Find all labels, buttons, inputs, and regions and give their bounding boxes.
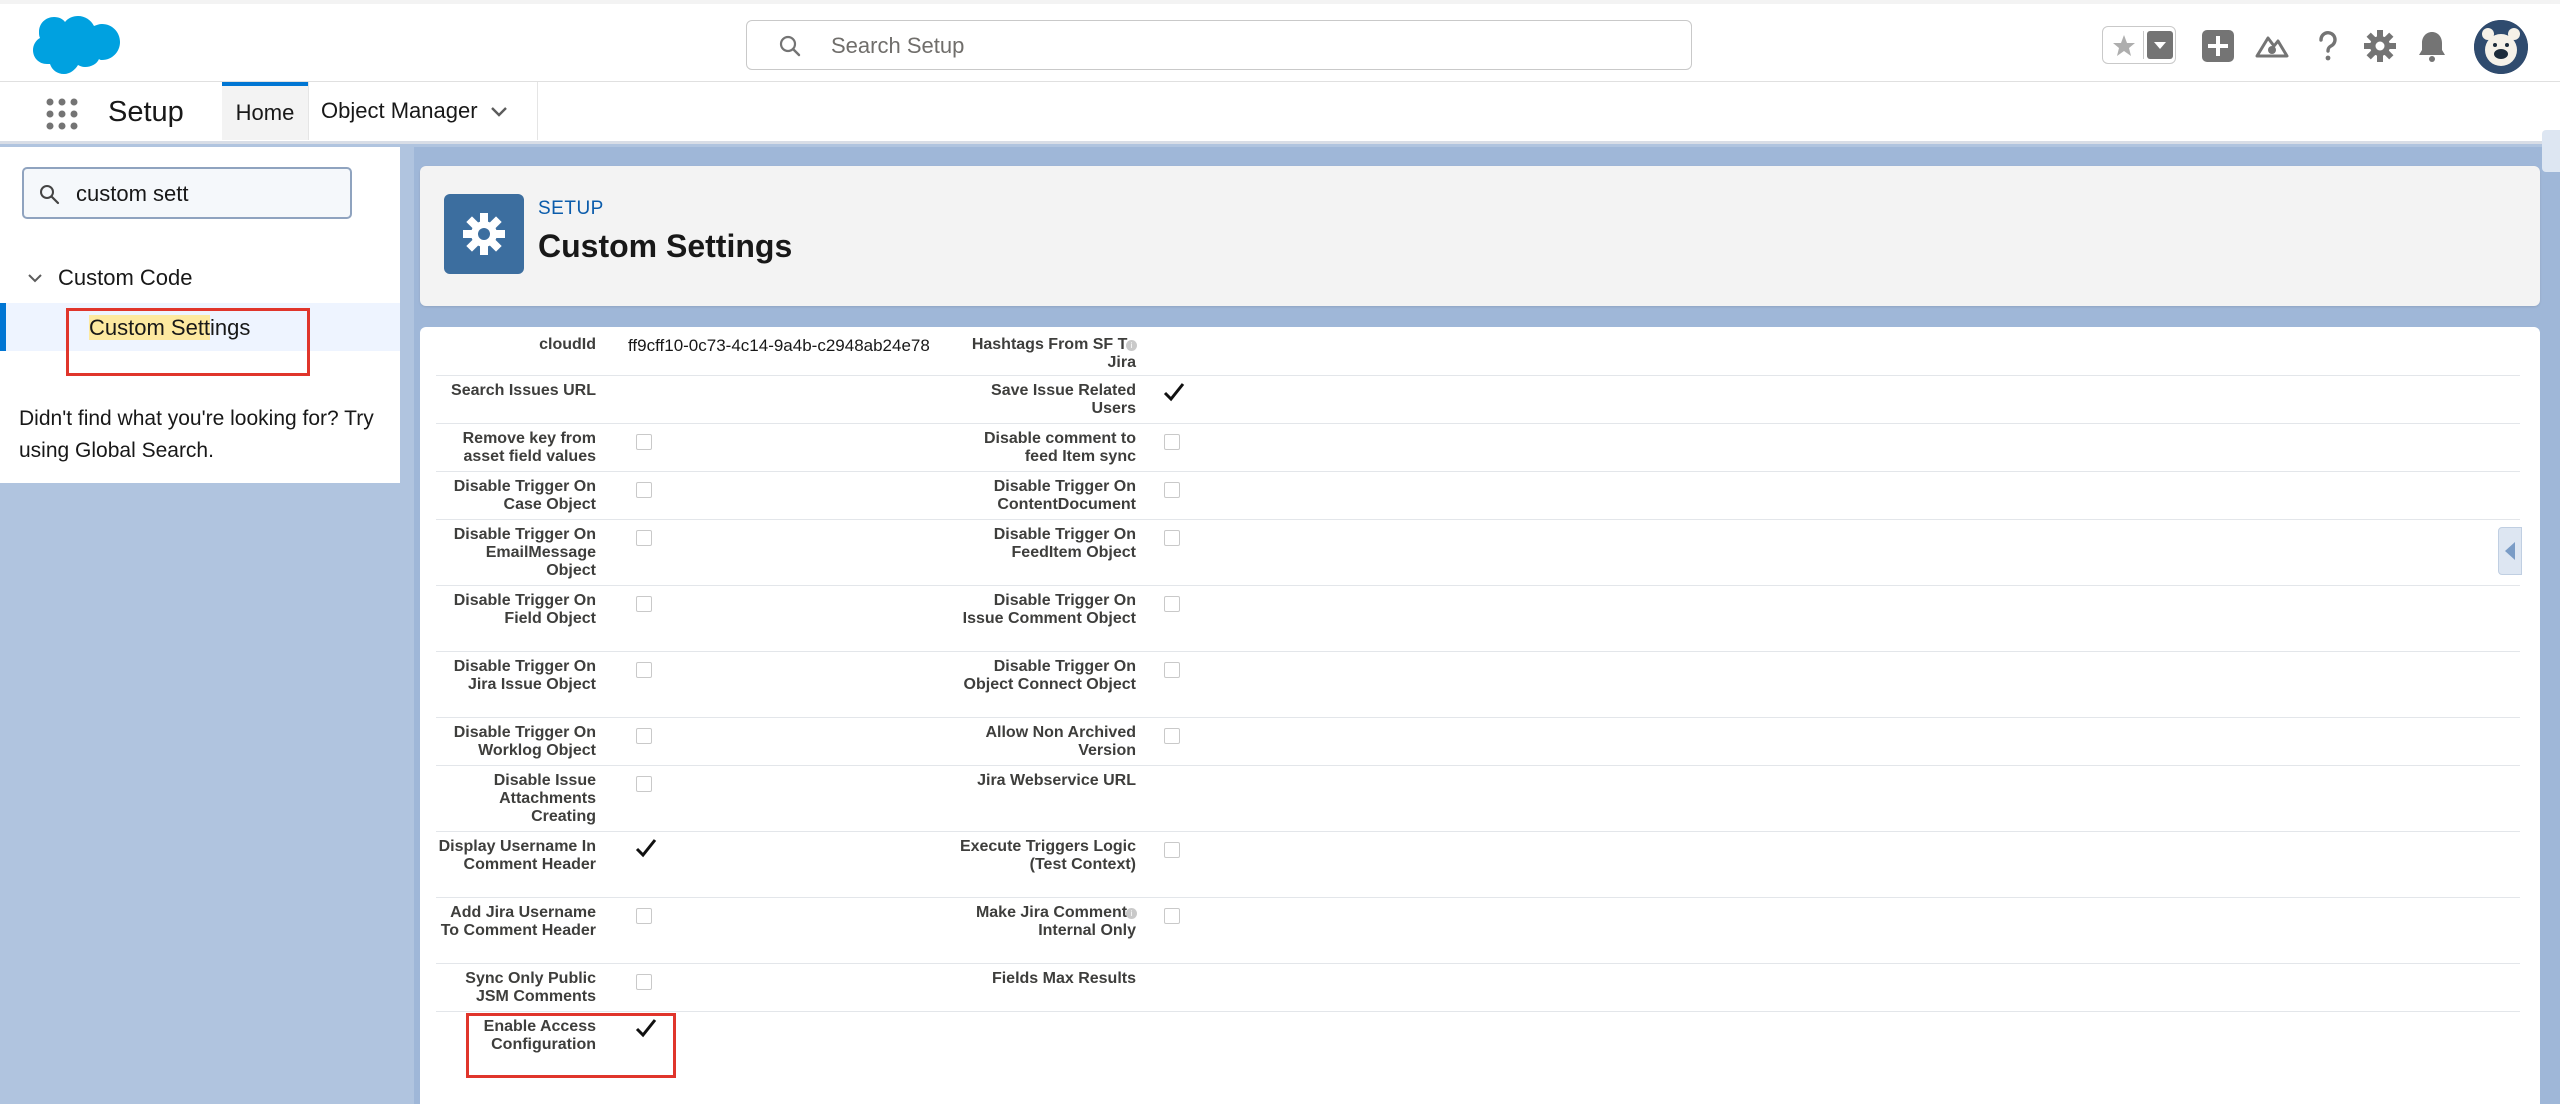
help-icon[interactable]	[2310, 28, 2346, 64]
favorites-dropdown-button[interactable]	[2147, 31, 2173, 59]
tab-home[interactable]: Home	[222, 82, 308, 140]
chevron-down-icon[interactable]	[26, 269, 44, 287]
field-label-fields-max-results: Fields Max Results	[991, 970, 1136, 987]
annotation-highlight-box	[66, 308, 310, 376]
field-label-add-jira-username: Add Jira Username To Comment Header	[440, 904, 596, 939]
detail-row: Search Issues URL Save Issue Related Use…	[436, 376, 2520, 424]
tab-object-manager[interactable]: Object Manager	[308, 82, 538, 140]
setup-gear-icon[interactable]	[2362, 28, 2398, 64]
checkbox-unchecked	[636, 974, 652, 990]
checkbox-unchecked	[1164, 908, 1180, 924]
gear-icon	[463, 213, 505, 255]
checkbox-unchecked	[1164, 842, 1180, 858]
field-label-execute-triggers: Execute Triggers Logic (Test Context)	[959, 838, 1136, 873]
field-label-cloudid: cloudId	[539, 336, 596, 353]
salesforce-logo[interactable]	[26, 14, 120, 80]
detail-row: Disable Trigger On Jira Issue Object Dis…	[436, 652, 2520, 718]
field-label-trigger-worklog: Disable Trigger On Worklog Object	[453, 724, 596, 759]
checkbox-unchecked	[636, 728, 652, 744]
checkbox-unchecked	[636, 908, 652, 924]
search-icon	[40, 185, 60, 205]
field-value-cloudid: ff9cff10-0c73-4c14-9a4b-c2948ab24e78	[628, 336, 930, 355]
global-actions-add-icon[interactable]	[2200, 28, 2236, 64]
checkbox-unchecked	[1164, 482, 1180, 498]
app-launcher-icon[interactable]	[44, 96, 80, 132]
not-found-hint: Didn't find what you're looking for? Try…	[19, 407, 374, 462]
quick-find-input[interactable]	[74, 179, 338, 209]
field-label-trigger-jira-issue: Disable Trigger On Jira Issue Object	[453, 658, 596, 693]
user-avatar[interactable]	[2474, 20, 2528, 74]
favorites-star-icon[interactable]	[2111, 33, 2137, 59]
checkbox-unchecked	[636, 596, 652, 612]
field-label-disable-comment-feed: Disable comment to feed Item sync	[983, 430, 1136, 465]
detail-row: Disable Trigger On Worklog Object Allow …	[436, 718, 2520, 766]
astro-avatar-icon	[2474, 20, 2528, 74]
detail-row: Disable Trigger On Case Object Disable T…	[436, 472, 2520, 520]
help-info-icon[interactable]: i	[1126, 908, 1137, 919]
search-icon	[779, 35, 801, 57]
field-label-save-issue-related-users: Save Issue Related Users	[991, 382, 1136, 417]
detail-row: Disable Trigger On Field Object Disable …	[436, 586, 2520, 652]
tree-node-label: Custom Code	[58, 265, 193, 290]
field-label-trigger-field: Disable Trigger On Field Object	[453, 592, 596, 627]
detail-row: cloudId ff9cff10-0c73-4c14-9a4b-c2948ab2…	[436, 330, 2520, 376]
field-label-trigger-issue-comment: Disable Trigger On Issue Comment Object	[962, 592, 1136, 627]
trailhead-guidance-icon[interactable]	[2254, 28, 2290, 64]
field-label-trigger-contentdocument: Disable Trigger On ContentDocument	[993, 478, 1136, 513]
field-label-disable-attachments: Disable Issue Attachments Creating	[493, 772, 596, 825]
checkbox-unchecked	[1164, 662, 1180, 678]
checkbox-unchecked	[636, 662, 652, 678]
app-name: Setup	[108, 96, 184, 128]
checkbox-unchecked	[1164, 434, 1180, 450]
favorites-dropdown-icon	[2154, 42, 2166, 49]
page-title: Custom Settings	[538, 228, 793, 264]
utility-edge-tab[interactable]	[2542, 130, 2560, 172]
detail-row: Remove key from asset field values Disab…	[436, 424, 2520, 472]
detail-row: Sync Only Public JSM Comments Fields Max…	[436, 964, 2520, 1012]
field-label-display-username: Display Username In Comment Header	[438, 838, 596, 873]
page-header: SETUP Custom Settings	[420, 166, 2540, 306]
field-label-trigger-feeditem: Disable Trigger On FeedItem Object	[993, 526, 1136, 561]
checked-checkmark-icon	[635, 839, 657, 858]
field-label-trigger-object-connect: Disable Trigger On Object Connect Object	[963, 658, 1136, 693]
notifications-bell-icon[interactable]	[2414, 28, 2450, 64]
page-header-icon	[444, 194, 524, 274]
search-setup-input[interactable]	[829, 29, 1653, 63]
checked-checkmark-icon	[1163, 383, 1185, 402]
checkbox-unchecked	[1164, 530, 1180, 546]
page-eyebrow: SETUP	[538, 198, 604, 219]
checkbox-unchecked	[636, 530, 652, 546]
checkbox-unchecked	[1164, 728, 1180, 744]
help-info-icon[interactable]: i	[1126, 340, 1137, 351]
checkbox-unchecked	[636, 482, 652, 498]
quick-find-box[interactable]	[22, 167, 352, 219]
app-nav-bar: Setup Home Object Manager	[0, 82, 2560, 144]
detail-row: Disable Trigger On EmailMessage Object D…	[436, 520, 2520, 586]
field-label-allow-non-archived: Allow Non Archived Version	[985, 724, 1136, 759]
detail-row: Disable Issue Attachments Creating Jira …	[436, 766, 2520, 832]
field-label-jira-webservice-url: Jira Webservice URL	[977, 772, 1136, 789]
checkbox-unchecked	[636, 434, 652, 450]
chevron-down-icon[interactable]	[487, 100, 511, 124]
checkbox-unchecked	[636, 776, 652, 792]
field-label-jira-comments-internal: Make Jira Comments Internal Only	[975, 904, 1136, 939]
field-label-sync-public-jsm: Sync Only Public JSM Comments	[465, 970, 596, 1005]
favorites-divider	[2143, 31, 2144, 59]
annotation-highlight-box	[466, 1013, 676, 1078]
detail-row: Display Username In Comment Header Execu…	[436, 832, 2520, 898]
detail-row: Enable Access Configuration	[436, 1012, 2520, 1072]
checkbox-unchecked	[1164, 596, 1180, 612]
field-label-remove-key: Remove key from asset field values	[462, 430, 596, 465]
field-label-trigger-emailmessage: Disable Trigger On EmailMessage Object	[453, 526, 596, 579]
field-label-search-issues-url: Search Issues URL	[451, 382, 596, 399]
tab-object-manager-label: Object Manager	[321, 98, 478, 123]
field-label-trigger-case: Disable Trigger On Case Object	[453, 478, 596, 513]
setup-search-box[interactable]	[746, 20, 1692, 70]
global-header	[0, 0, 2560, 82]
detail-row: Add Jira Username To Comment Header Make…	[436, 898, 2520, 964]
favorites-group	[2102, 26, 2176, 64]
field-label-hashtags: Hashtags From SF To Jira	[971, 336, 1136, 371]
